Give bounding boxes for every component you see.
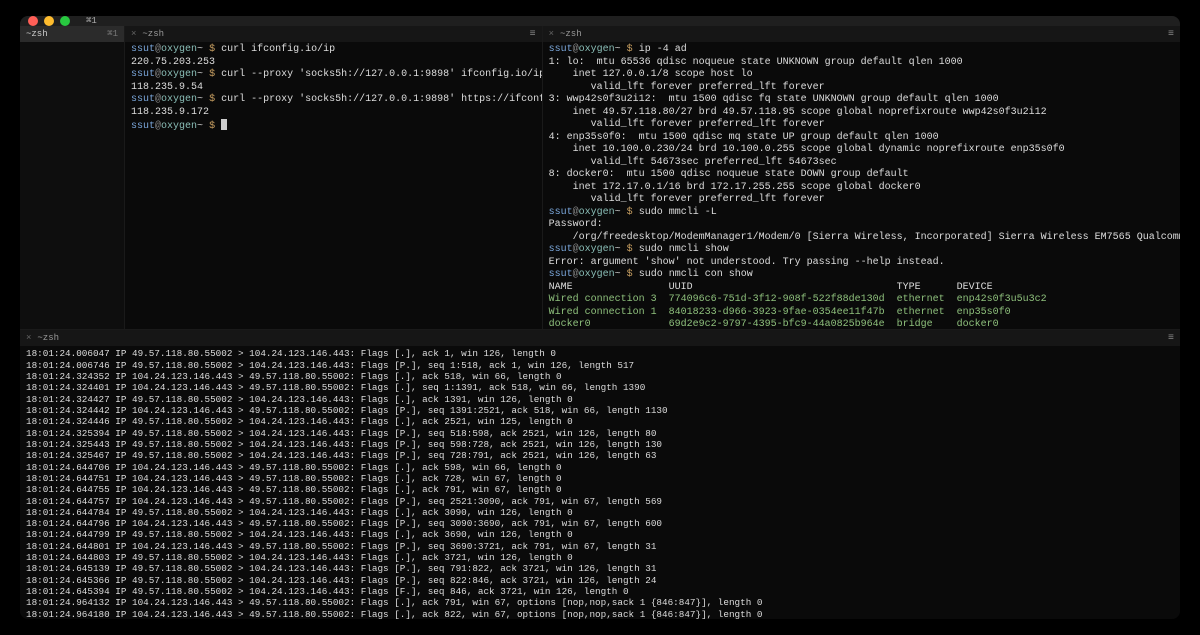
window-controls — [28, 16, 70, 26]
body: ~zsh ⌘1 × ~zsh ≡ ssut@oxygen~ $ curl ifc… — [20, 26, 1180, 619]
pane-tab: × ~zsh ≡ — [543, 26, 1180, 42]
pane-ip[interactable]: × ~zsh ≡ ssut@oxygen~ $ ip -4 ad 1: lo: … — [543, 26, 1180, 329]
terminal-output-bottom: 18:01:24.006047 IP 49.57.118.80.55002 > … — [20, 346, 1180, 619]
pane-tcpdump[interactable]: × ~zsh ≡ 18:01:24.006047 IP 49.57.118.80… — [20, 329, 1180, 619]
pane-title: ~zsh — [142, 29, 523, 39]
close-pane-icon[interactable]: × — [26, 333, 31, 343]
titlebar: ⌘1 — [20, 16, 1180, 26]
pane-tab: × ~zsh ≡ — [20, 330, 1180, 346]
pane-curl[interactable]: × ~zsh ≡ ssut@oxygen~ $ curl ifconfig.io… — [125, 26, 543, 329]
pane-title: ~zsh — [37, 333, 1162, 343]
pane-tab: × ~zsh ≡ — [125, 26, 542, 42]
terminal-window: ⌘1 ~zsh ⌘1 × ~zsh ≡ ssut@oxygen~ $ curl … — [20, 16, 1180, 619]
minimize-icon[interactable] — [44, 16, 54, 26]
close-pane-icon[interactable]: × — [131, 29, 136, 39]
upper-row: ~zsh ⌘1 × ~zsh ≡ ssut@oxygen~ $ curl ifc… — [20, 26, 1180, 329]
hamburger-icon[interactable]: ≡ — [1168, 333, 1174, 344]
tab-sidebar: ~zsh ⌘1 — [20, 26, 125, 329]
terminal-output-left: ssut@oxygen~ $ curl ifconfig.io/ip 220.7… — [125, 42, 542, 136]
sidebar-tab[interactable]: ~zsh ⌘1 — [20, 26, 124, 42]
close-icon[interactable] — [28, 16, 38, 26]
pane-title: ~zsh — [560, 29, 1162, 39]
hamburger-icon[interactable]: ≡ — [530, 29, 536, 40]
maximize-icon[interactable] — [60, 16, 70, 26]
terminal-output-right: ssut@oxygen~ $ ip -4 ad 1: lo: mtu 65536… — [543, 42, 1180, 329]
titlebar-shortcut: ⌘1 — [86, 16, 97, 26]
cursor — [221, 119, 227, 130]
hamburger-icon[interactable]: ≡ — [1168, 29, 1174, 40]
sidebar-tab-shortcut: ⌘1 — [107, 29, 118, 39]
close-pane-icon[interactable]: × — [549, 29, 554, 39]
sidebar-tab-label: ~zsh — [26, 29, 48, 39]
